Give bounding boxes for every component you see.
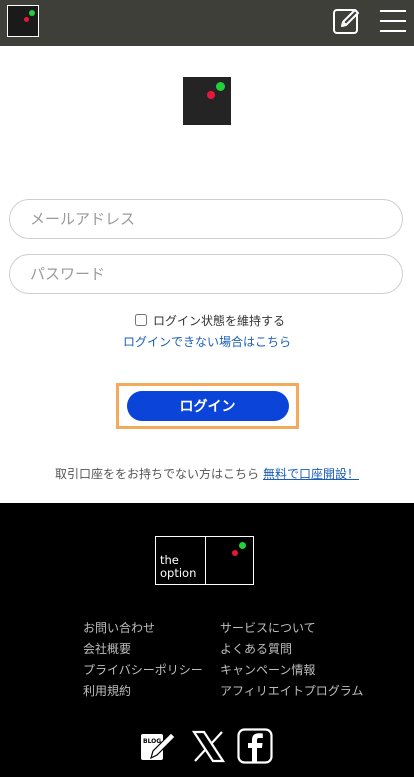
brand-line2: option (160, 566, 197, 580)
login-button[interactable]: ログイン (126, 391, 289, 421)
blog-icon[interactable]: BLOG (139, 728, 177, 764)
logo-green-dot (29, 10, 35, 16)
remember-label: ログイン状態を維持する (153, 313, 286, 328)
footer-logo-mark (206, 537, 253, 584)
password-input[interactable] (9, 254, 403, 294)
footer-brand: the option (160, 554, 196, 580)
login-button-highlight: ログイン (116, 383, 299, 429)
signup-text: 取引口座ををお持ちでない方はこちら (54, 467, 259, 481)
footer-logo[interactable]: the option (155, 536, 254, 585)
open-account-link[interactable]: 無料で口座開設！ (263, 467, 359, 481)
logo-red-dot (207, 91, 215, 99)
logo-green-dot (216, 82, 225, 91)
logo-red-dot (232, 550, 238, 556)
footer-link-company[interactable]: 会社概要 (83, 639, 203, 660)
footer-link-affiliate[interactable]: アフィリエイトプログラム (220, 681, 363, 702)
footer-links-col1: お問い合わせ 会社概要 プライバシーポリシー 利用規約 (83, 618, 203, 702)
footer-logo-text-box: the option (156, 537, 206, 584)
remember-login[interactable]: ログイン状態を維持する (135, 311, 285, 329)
blog-icon-text: BLOG (143, 738, 161, 745)
footer-links-col2: サービスについて よくある質問 キャンペーン情報 アフィリエイトプログラム (220, 618, 363, 702)
footer-link-contact[interactable]: お問い合わせ (83, 618, 203, 639)
logo-red-dot (24, 17, 29, 22)
footer: the option お問い合わせ 会社概要 プライバシーポリシー 利用規約 サ… (0, 503, 414, 777)
footer-link-privacy[interactable]: プライバシーポリシー (83, 660, 203, 681)
logo-green-dot (239, 542, 246, 549)
remember-checkbox[interactable] (135, 314, 147, 326)
footer-link-campaign[interactable]: キャンペーン情報 (220, 660, 363, 681)
header-logo[interactable] (7, 5, 39, 37)
footer-link-terms[interactable]: 利用規約 (83, 681, 203, 702)
footer-link-faq[interactable]: よくある質問 (220, 639, 363, 660)
signup-prompt: 取引口座ををお持ちでない方はこちら 無料で口座開設！ (0, 465, 414, 482)
top-header (0, 0, 414, 46)
x-icon[interactable] (192, 730, 225, 763)
edit-icon[interactable] (332, 6, 362, 36)
hamburger-menu-icon[interactable] (380, 10, 406, 34)
email-input[interactable] (9, 199, 403, 239)
footer-link-service[interactable]: サービスについて (220, 618, 363, 639)
forgot-login-link[interactable]: ログインできない場合はこちら (0, 333, 414, 350)
facebook-icon[interactable] (237, 728, 273, 764)
main-logo (183, 77, 231, 125)
